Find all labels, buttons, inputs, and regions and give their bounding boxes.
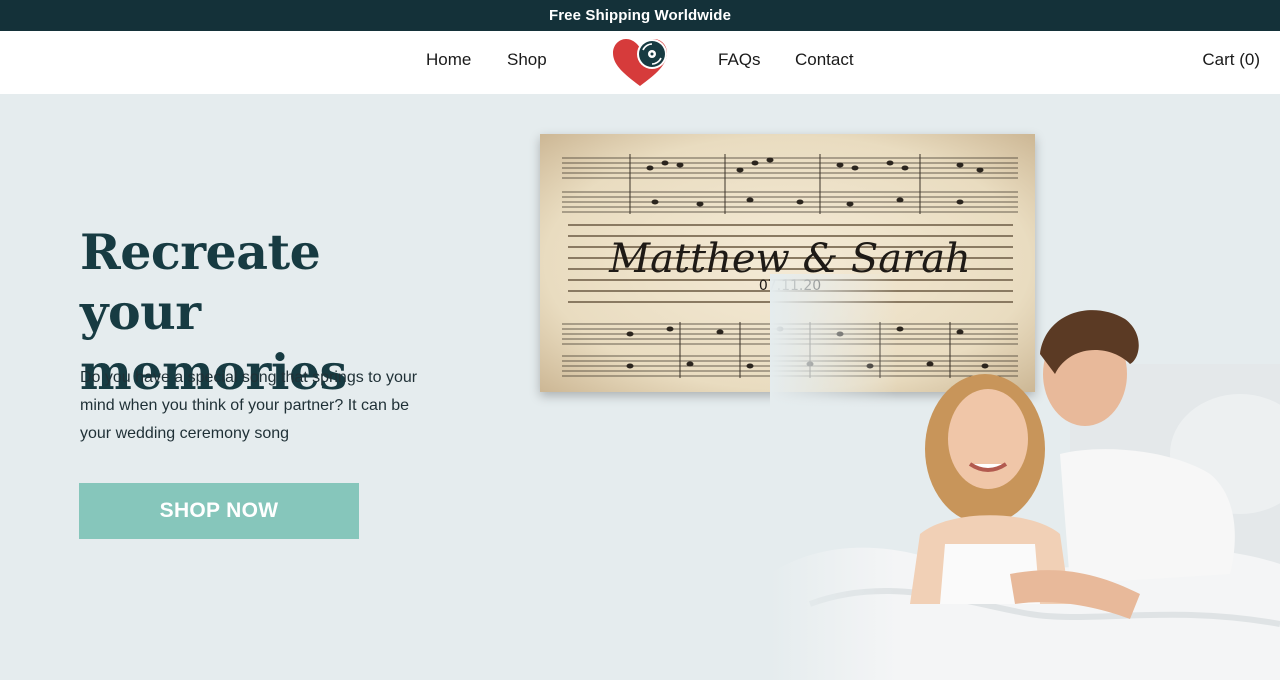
hero-section: Recreate your memories Do you have a spe… bbox=[0, 94, 1280, 682]
hero-headline-line1: Recreate bbox=[80, 223, 321, 281]
couple-in-bed-photo bbox=[770, 274, 1280, 682]
nav-shop-link[interactable]: Shop bbox=[507, 50, 547, 70]
shop-now-button[interactable]: SHOP NOW bbox=[79, 483, 359, 539]
announcement-text: Free Shipping Worldwide bbox=[548, 7, 732, 24]
site-header: Home Shop FAQs Contact Cart (0) bbox=[0, 31, 1280, 94]
heart-vinyl-logo-icon bbox=[613, 39, 667, 86]
nav-home-link[interactable]: Home bbox=[426, 50, 471, 70]
nav-faqs-link[interactable]: FAQs bbox=[718, 50, 761, 70]
nav-contact-link[interactable]: Contact bbox=[795, 50, 854, 70]
couple-illustration bbox=[770, 274, 1280, 682]
cart-link[interactable]: Cart (0) bbox=[1202, 50, 1260, 70]
announcement-bar: Free Shipping Worldwide bbox=[0, 0, 1280, 31]
hero-subtext: Do you have a special song that springs … bbox=[80, 369, 418, 442]
site-logo[interactable] bbox=[610, 36, 670, 88]
